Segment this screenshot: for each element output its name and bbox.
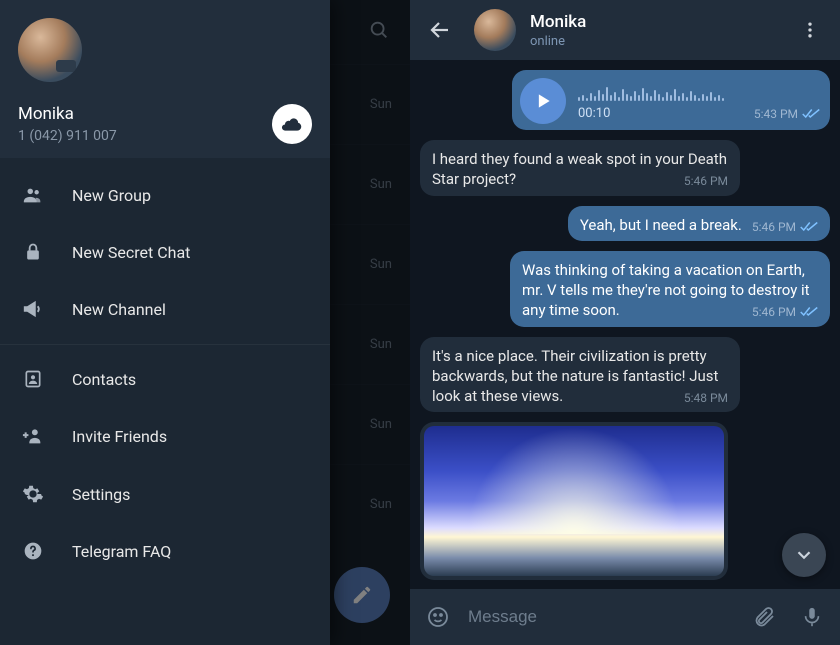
menu-label: Invite Friends <box>72 427 167 446</box>
message-time: 5:46 PM <box>752 219 796 235</box>
invite-icon <box>22 425 44 447</box>
message-text[interactable]: I heard they found a weak spot in your D… <box>420 140 740 196</box>
message-body: Yeah, but I need a break. <box>580 216 742 234</box>
chat-header: Monika online <box>410 0 840 60</box>
message-time: 5:48 PM <box>684 390 728 406</box>
profile-avatar[interactable] <box>18 18 82 82</box>
paperclip-icon <box>752 605 776 629</box>
photo-thumbnail[interactable] <box>424 426 724 576</box>
message-body: It's a nice place. Their civilization is… <box>432 347 718 406</box>
kebab-icon <box>800 20 820 40</box>
microphone-icon <box>801 606 823 628</box>
gear-icon <box>22 483 44 505</box>
arrow-left-icon <box>428 18 452 42</box>
menu-label: New Channel <box>72 300 166 319</box>
chat-avatar[interactable] <box>474 9 516 51</box>
play-icon <box>533 91 553 111</box>
lock-icon <box>22 242 44 262</box>
more-options-button[interactable] <box>790 10 830 50</box>
message-list[interactable]: 00:10 5:43 PM I heard they fou <box>410 60 840 589</box>
megaphone-icon <box>22 298 44 320</box>
emoji-button[interactable] <box>416 595 460 639</box>
drawer-menu: New Group New Secret Chat New Channel <box>0 158 330 587</box>
attach-button[interactable] <box>742 595 786 639</box>
voice-duration: 00:10 <box>578 105 610 123</box>
menu-settings[interactable]: Settings <box>0 465 330 523</box>
drawer-header: Monika 1 (042) 911 007 <box>0 0 330 158</box>
play-button[interactable] <box>520 78 566 124</box>
menu-telegram-faq[interactable]: Telegram FAQ <box>0 523 330 579</box>
menu-new-channel[interactable]: New Channel <box>0 280 330 338</box>
message-photo[interactable] <box>420 422 728 580</box>
chat-title-block[interactable]: Monika online <box>530 12 776 49</box>
message-voice[interactable]: 00:10 5:43 PM <box>512 70 830 130</box>
message-text[interactable]: Yeah, but I need a break. 5:46 PM <box>568 206 830 241</box>
menu-label: New Group <box>72 186 151 205</box>
menu-new-group[interactable]: New Group <box>0 166 330 224</box>
profile-phone: 1 (042) 911 007 <box>18 128 117 144</box>
emoji-icon <box>426 605 450 629</box>
profile-name: Monika <box>18 104 117 124</box>
message-input[interactable] <box>464 607 738 627</box>
cloud-icon <box>281 117 303 131</box>
compose-fab[interactable] <box>334 567 390 623</box>
message-time: 5:46 PM <box>752 304 796 320</box>
chat-screen: Monika online 00:10 <box>410 0 840 645</box>
read-receipt-icon <box>802 108 820 120</box>
waveform[interactable] <box>578 79 820 101</box>
group-icon <box>22 184 44 206</box>
menu-contacts[interactable]: Contacts <box>0 351 330 407</box>
message-time: 5:46 PM <box>684 173 728 189</box>
read-receipt-icon <box>800 306 818 318</box>
contact-icon <box>22 369 44 389</box>
back-button[interactable] <box>420 10 460 50</box>
message-time: 5:43 PM <box>754 106 798 122</box>
chevron-down-icon <box>793 544 815 566</box>
menu-label: New Secret Chat <box>72 243 190 262</box>
scroll-to-bottom-button[interactable] <box>782 533 826 577</box>
menu-separator <box>0 344 330 345</box>
menu-label: Telegram FAQ <box>72 542 171 561</box>
search-icon[interactable] <box>368 19 390 45</box>
message-text[interactable]: It's a nice place. Their civilization is… <box>420 337 740 413</box>
chat-status: online <box>530 34 776 49</box>
message-composer <box>410 589 840 645</box>
navigation-drawer: Monika 1 (042) 911 007 New Group New Se <box>0 0 330 645</box>
menu-invite-friends[interactable]: Invite Friends <box>0 407 330 465</box>
help-icon <box>22 541 44 561</box>
drawer-panel: Sun Sun Sun Sun Sun Sun Monika 1 (042) 9… <box>0 0 410 645</box>
menu-new-secret-chat[interactable]: New Secret Chat <box>0 224 330 280</box>
voice-record-button[interactable] <box>790 595 834 639</box>
menu-label: Contacts <box>72 370 136 389</box>
menu-label: Settings <box>72 485 130 504</box>
message-body: I heard they found a weak spot in your D… <box>432 150 727 188</box>
saved-messages-button[interactable] <box>272 104 312 144</box>
chat-name: Monika <box>530 12 776 32</box>
read-receipt-icon <box>800 221 818 233</box>
message-text[interactable]: Was thinking of taking a vacation on Ear… <box>510 251 830 327</box>
